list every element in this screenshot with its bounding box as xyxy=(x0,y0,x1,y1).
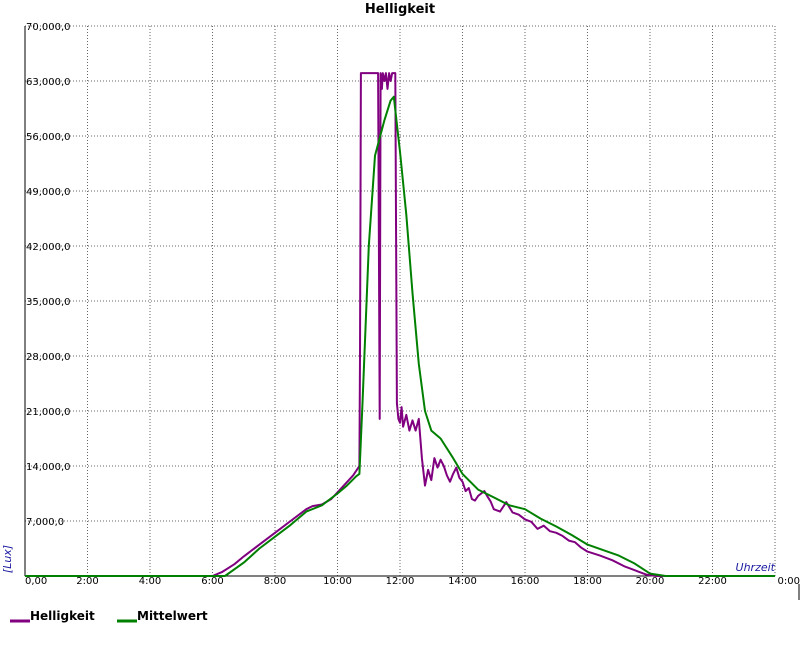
x-tick-label: 10:00 xyxy=(323,576,352,587)
grid xyxy=(25,25,776,576)
chart-title: Helligkeit xyxy=(365,2,435,17)
y-tick-label: 70,000,0 xyxy=(26,22,71,33)
legend: Helligkeit Mittelwert xyxy=(10,609,208,623)
axes xyxy=(24,26,800,600)
x-axis-label: Uhrzeit xyxy=(736,561,776,574)
tick-labels: 7,000,0 14,000,0 21,000,0 28,000,0 35,000,0 4… xyxy=(25,22,800,587)
x-tick-label: 2:00 xyxy=(76,576,98,587)
x-tick-label: 0,00 xyxy=(25,576,47,587)
y-tick-label: 63,000,0 xyxy=(26,77,71,88)
y-tick-label: 49,000,0 xyxy=(26,187,71,198)
y-tick-label: 7,000,0 xyxy=(26,517,64,528)
x-tick-label: 18:00 xyxy=(573,576,602,587)
series-line-mittelwert xyxy=(25,95,775,577)
y-tick-label: 56,000,0 xyxy=(26,132,71,143)
y-tick-label: 21,000,0 xyxy=(26,407,71,418)
y-tick-label: 28,000,0 xyxy=(26,352,71,363)
x-tick-label: 4:00 xyxy=(139,576,161,587)
x-tick-label: 16:00 xyxy=(511,576,540,587)
x-tick-label: 6:00 xyxy=(201,576,223,587)
x-tick-label: 12:00 xyxy=(386,576,415,587)
y-tick-label: 42,000,0 xyxy=(26,242,71,253)
x-tick-label: 14:00 xyxy=(448,576,477,587)
x-tick-label: 0:00 xyxy=(778,576,800,587)
x-tick-label: 8:00 xyxy=(264,576,286,587)
y-tick-label: 35,000,0 xyxy=(26,297,71,308)
legend-label-helligkeit: Helligkeit xyxy=(30,609,95,623)
y-axis-label: [Lux] xyxy=(1,545,14,573)
x-tick-label: 22:00 xyxy=(698,576,727,587)
chart: Helligkeit 7,000,0 14,000,0 21,000,0 28,000… xyxy=(1,2,800,623)
y-tick-label: 14,000,0 xyxy=(26,462,71,473)
legend-label-mittelwert: Mittelwert xyxy=(137,609,208,623)
x-tick-label: 20:00 xyxy=(636,576,665,587)
